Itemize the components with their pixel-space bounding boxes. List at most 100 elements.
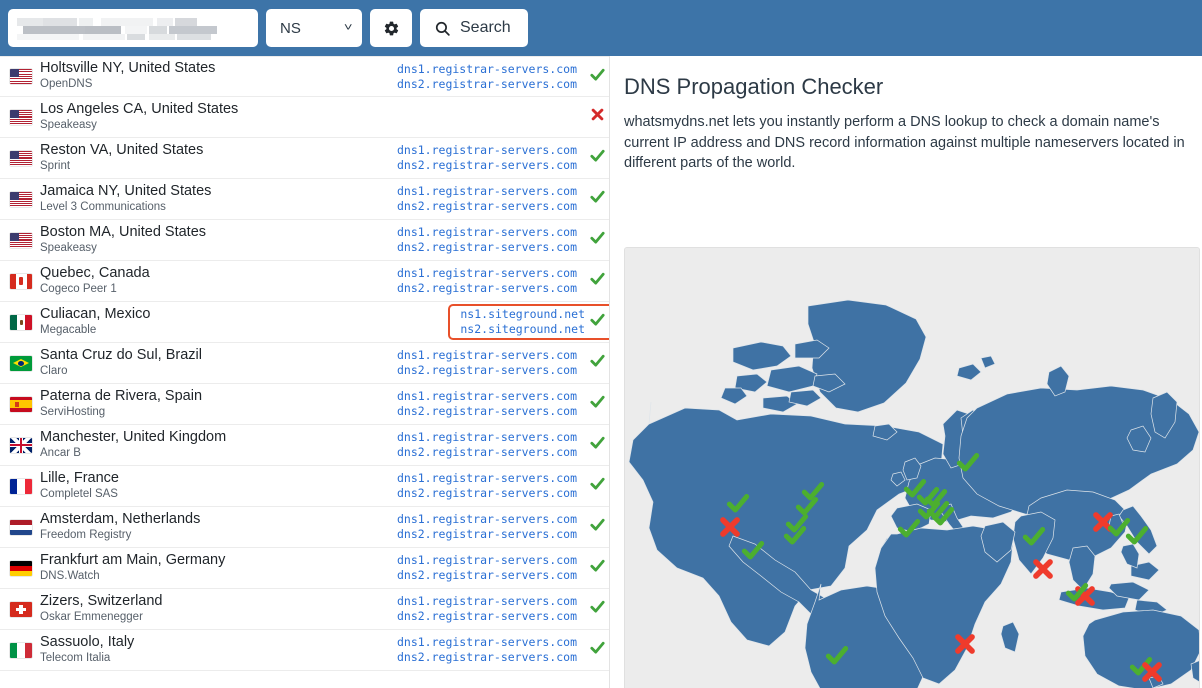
map-marker-check-icon[interactable]	[782, 522, 808, 548]
nameserver-value[interactable]: dns2.registrar-servers.com	[397, 240, 577, 255]
map-marker-check-icon[interactable]	[800, 478, 826, 504]
info-panel: DNS Propagation Checker whatsmydns.net l…	[611, 56, 1202, 688]
location-cell: Frankfurt am Main, Germany DNS.Watch	[40, 552, 397, 583]
nameserver-value[interactable]: dns1.registrar-servers.com	[397, 143, 577, 158]
location-cell: Santa Cruz do Sul, Brazil Claro	[40, 346, 397, 378]
nameserver-value[interactable]: dns2.registrar-servers.com	[397, 609, 577, 624]
nameserver-value[interactable]: dns1.registrar-servers.com	[397, 266, 577, 281]
redacted-domain-text	[17, 18, 217, 40]
nameserver-value[interactable]: dns2.registrar-servers.com	[397, 486, 577, 501]
nameserver-value[interactable]: dns1.registrar-servers.com	[397, 512, 577, 527]
map-marker-check-icon[interactable]	[725, 490, 751, 516]
nameserver-value[interactable]: dns1.registrar-servers.com	[397, 225, 577, 240]
table-row[interactable]: Sassuolo, Italy Telecom Italia dns1.regist…	[0, 630, 609, 671]
location-cell: Holtsville NY, United States OpenDNS	[40, 61, 397, 91]
location-isp: Megacable	[40, 323, 97, 336]
table-row[interactable]: Culiacan, Mexico Megacable ns1.siteground.…	[0, 302, 609, 343]
nameserver-cell[interactable]: dns1.registrar-servers.com dns2.registrar…	[397, 512, 585, 542]
table-row[interactable]: Zizers, Switzerland Oskar Emmenegger dns1.…	[0, 589, 609, 630]
location-cell: Culiacan, Mexico Megacable	[40, 305, 448, 337]
table-row[interactable]: Quebec, Canada Cogeco Peer 1 dns1.registra…	[0, 261, 609, 302]
nameserver-cell[interactable]: dns1.registrar-servers.com dns2.registrar…	[397, 594, 585, 624]
nameserver-value[interactable]: dns1.registrar-servers.com	[397, 389, 577, 404]
nameserver-value[interactable]: dns1.registrar-servers.com	[397, 471, 577, 486]
map-marker-check-icon[interactable]	[740, 537, 766, 563]
nameserver-cell[interactable]: dns1.registrar-servers.com dns2.registrar…	[397, 553, 585, 583]
nameserver-cell[interactable]: dns1.registrar-servers.com dns2.registrar…	[397, 266, 585, 296]
nameserver-value[interactable]: ns2.siteground.net	[460, 322, 585, 337]
location-isp: Sprint	[40, 159, 71, 172]
location-city: Jamaica NY, United States	[40, 182, 212, 199]
table-row[interactable]: Los Angeles CA, United States Speakeasy	[0, 97, 609, 138]
nameserver-value[interactable]: dns2.registrar-servers.com	[397, 363, 577, 378]
location-city: Manchester, United Kingdom	[40, 428, 227, 445]
nameserver-value[interactable]: dns1.registrar-servers.com	[397, 348, 577, 363]
nameserver-value[interactable]: dns2.registrar-servers.com	[397, 77, 577, 92]
location-city: Santa Cruz do Sul, Brazil	[40, 346, 202, 363]
nameserver-value[interactable]: dns2.registrar-servers.com	[397, 199, 577, 214]
settings-button[interactable]	[370, 9, 412, 47]
nameserver-cell[interactable]: dns1.registrar-servers.com dns2.registrar…	[397, 635, 585, 665]
propagation-results-list[interactable]: Holtsville NY, United States OpenDNS dns1.…	[0, 56, 610, 688]
nameserver-value[interactable]: dns2.registrar-servers.com	[397, 404, 577, 419]
domain-search-input[interactable]	[8, 9, 258, 47]
location-cell: Amsterdam, Netherlands Freedom Registry	[40, 511, 397, 542]
flag-icon-nl	[10, 519, 32, 535]
nameserver-value[interactable]: dns2.registrar-servers.com	[397, 281, 577, 296]
status-check-icon	[585, 557, 609, 579]
map-marker-cross-icon[interactable]	[1139, 659, 1165, 685]
map-marker-cross-icon[interactable]	[1030, 556, 1056, 582]
nameserver-cell[interactable]: dns1.registrar-servers.com dns2.registrar…	[397, 143, 585, 173]
location-city: Paterna de Rivera, Spain	[40, 387, 203, 404]
nameserver-value[interactable]: ns1.siteground.net	[460, 307, 585, 322]
search-button[interactable]: Search	[420, 9, 528, 47]
table-row[interactable]: Frankfurt am Main, Germany DNS.Watch dns1.…	[0, 548, 609, 589]
record-type-value: NS	[280, 19, 301, 37]
nameserver-value[interactable]: dns2.registrar-servers.com	[397, 650, 577, 665]
map-marker-check-icon[interactable]	[1064, 579, 1090, 605]
location-cell: Reston VA, United States Sprint	[40, 141, 397, 173]
nameserver-value[interactable]: dns1.registrar-servers.com	[397, 184, 577, 199]
nameserver-cell[interactable]: dns1.registrar-servers.com dns2.registrar…	[397, 348, 585, 378]
nameserver-value[interactable]: dns1.registrar-servers.com	[397, 594, 577, 609]
map-marker-check-icon[interactable]	[1021, 523, 1047, 549]
table-row[interactable]: Lille, France Completel SAS dns1.registrar…	[0, 466, 609, 507]
world-map[interactable]	[624, 247, 1200, 688]
map-marker-check-icon[interactable]	[955, 449, 981, 475]
nameserver-cell[interactable]: dns1.registrar-servers.com dns2.registrar…	[397, 471, 585, 501]
nameserver-value[interactable]: dns2.registrar-servers.com	[397, 527, 577, 542]
location-city: Zizers, Switzerland	[40, 592, 163, 609]
table-row[interactable]: Santa Cruz do Sul, Brazil Claro dns1.regis…	[0, 343, 609, 384]
map-marker-check-icon[interactable]	[896, 515, 922, 541]
nameserver-value[interactable]: dns1.registrar-servers.com	[397, 553, 577, 568]
nameserver-cell[interactable]: dns1.registrar-servers.com dns2.registrar…	[397, 184, 585, 214]
nameserver-value[interactable]: dns1.registrar-servers.com	[397, 62, 577, 77]
nameserver-cell[interactable]: dns1.registrar-servers.com dns2.registrar…	[397, 430, 585, 460]
location-city: Culiacan, Mexico	[40, 305, 151, 322]
nameserver-cell[interactable]: dns1.registrar-servers.com dns2.registrar…	[397, 389, 585, 419]
nameserver-value[interactable]: dns2.registrar-servers.com	[397, 445, 577, 460]
table-row[interactable]: Boston MA, United States Speakeasy dns1.re…	[0, 220, 609, 261]
table-row[interactable]: Jamaica NY, United States Level 3 Communi…	[0, 179, 609, 220]
nameserver-value[interactable]: dns2.registrar-servers.com	[397, 568, 577, 583]
record-type-select[interactable]: NS ˅	[266, 9, 362, 47]
flag-icon-gb	[10, 437, 32, 453]
status-check-icon	[585, 393, 609, 415]
map-marker-check-icon[interactable]	[1124, 522, 1150, 548]
table-row[interactable]: Manchester, United Kingdom Ancar Bdns1.re…	[0, 425, 609, 466]
location-city: Los Angeles CA, United States	[40, 100, 239, 117]
nameserver-value[interactable]: dns1.registrar-servers.com	[397, 635, 577, 650]
table-row[interactable]: Amsterdam, Netherlands Freedom Registry dn…	[0, 507, 609, 548]
nameserver-value[interactable]: dns1.registrar-servers.com	[397, 430, 577, 445]
nameserver-cell[interactable]: dns1.registrar-servers.com dns2.registrar…	[397, 62, 585, 92]
map-marker-check-icon[interactable]	[824, 642, 850, 668]
location-cell: Quebec, Canada Cogeco Peer 1	[40, 265, 397, 296]
map-marker-cross-icon[interactable]	[952, 631, 978, 657]
table-row[interactable]: Holtsville NY, United States OpenDNS dns1.…	[0, 56, 609, 97]
flag-icon-us	[10, 150, 32, 166]
nameserver-value[interactable]: dns2.registrar-servers.com	[397, 158, 577, 173]
table-row[interactable]: Reston VA, United States Sprint dns1.regis…	[0, 138, 609, 179]
location-city: Reston VA, United States	[40, 141, 204, 158]
nameserver-cell[interactable]: dns1.registrar-servers.com dns2.registrar…	[397, 225, 585, 255]
table-row[interactable]: Paterna de Rivera, Spain ServiHosting dns1…	[0, 384, 609, 425]
